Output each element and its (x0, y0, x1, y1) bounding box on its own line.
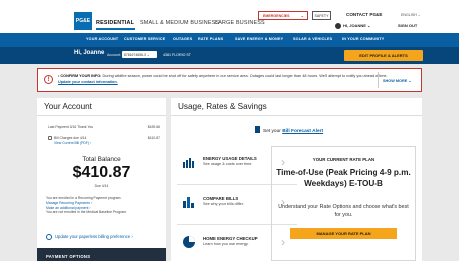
last-payment-value: $439.66 (147, 125, 160, 129)
total-balance-amount: $410.87 (72, 164, 131, 181)
user-greeting: HI, JOANNE ⌄ (343, 23, 371, 29)
nav-solar-vehicles[interactable]: SOLAR & VEHICLES (293, 37, 332, 41)
manage-rate-plan-button[interactable]: MANAGE YOUR RATE PLAN (290, 228, 397, 239)
payment-options-header[interactable]: PAYMENT OPTIONS (37, 248, 166, 261)
segment-active-indicator (96, 28, 135, 30)
account-bar: Hi, Joanne Account: 8781674656-3 ⌄ 4381 … (0, 47, 459, 64)
pie-chart-icon (183, 236, 195, 248)
chevron-down-icon: ⌄ (300, 13, 304, 18)
current-rate-plan-card: YOUR CURRENT RATE PLAN Time-of-Use (Peak… (271, 146, 416, 261)
bar-chart-icon (183, 158, 194, 168)
segment-small-medium-business[interactable]: SMALL & MEDIUM BUSINESS (140, 20, 219, 26)
service-address: 4381 FLORIO ST (163, 53, 191, 57)
edit-profile-button[interactable]: EDIT PROFILE & ALERTS (344, 50, 423, 61)
top-bar: PG&E RESIDENTIAL SMALL & MEDIUM BUSINESS… (0, 0, 459, 33)
last-payment-row: Last Payment 3/16 Thank You $439.66 (48, 125, 160, 129)
compare-bars-icon (183, 197, 194, 208)
rate-plan-heading: YOUR CURRENT RATE PLAN (312, 157, 375, 162)
alert-divider (378, 72, 379, 88)
bill-charges-value: $410.87 (147, 136, 160, 140)
emergencies-label: EMERGENCIES (263, 13, 290, 18)
alert-heading: CONFIRM YOUR INFO: (60, 74, 102, 78)
payment-program-info: You are enrolled in a Recurring Payment … (46, 196, 161, 215)
rate-plan-description: Understand your Rate Options and choose … (278, 204, 409, 218)
update-contact-link[interactable]: Update your contact information. (58, 80, 118, 84)
safety-button[interactable]: SAFETY (312, 11, 331, 20)
bill-forecast-link[interactable]: Bill Forecast Alert (282, 129, 323, 134)
feature-title: ENERGY USAGE DETAILS (203, 156, 257, 161)
divider (37, 115, 166, 116)
feature-title: COMPARE BILLS (203, 196, 239, 201)
last-payment-label: Last Payment 3/16 Thank You (48, 125, 94, 129)
feature-title: HOME ENERGY CHECKUP (203, 236, 258, 241)
nav-customer-service[interactable]: CUSTOMER SERVICE (124, 37, 165, 41)
language-select[interactable]: ENGLISH ⌄ (401, 13, 421, 17)
feature-subtitle: Learn how you use energy. (203, 242, 249, 246)
user-menu[interactable]: HI, JOANNE ⌄ (335, 23, 370, 29)
main-nav: YOUR ACCOUNT CUSTOMER SERVICE OUTAGES RA… (0, 33, 459, 47)
usage-title: Usage, Rates & Savings (178, 102, 267, 111)
alert-icon: ! (44, 75, 53, 84)
alert-text: • CONFIRM YOUR INFO: During wildfire sea… (58, 74, 388, 85)
nav-save-energy[interactable]: SAVE ENERGY & MONEY (235, 37, 283, 41)
view-bill-link[interactable]: View Current Bill (PDF) › (48, 141, 160, 145)
account-greeting: Hi, Joanne (74, 50, 105, 56)
alert-body: During wildfire season, power could be s… (102, 74, 388, 78)
total-balance-label: Total Balance (82, 156, 121, 163)
feature-subtitle: See usage & costs over time. (203, 162, 253, 166)
wildfire-alert-banner: ! • CONFIRM YOUR INFO: During wildfire s… (37, 68, 422, 92)
paperless-label: Update your paperless billing preference… (55, 234, 133, 240)
bill-charges-row: Bill Charges due 4/14 $410.87 View Curre… (48, 136, 160, 145)
paperless-billing-link[interactable]: Update your paperless billing preference… (46, 234, 133, 240)
leaf-icon (46, 234, 52, 240)
bill-forecast-row: Set your Bill Forecast Alert (255, 126, 323, 134)
pge-logo[interactable]: PG&E (74, 12, 92, 30)
divider (171, 115, 422, 116)
due-date: Due 4/14 (94, 184, 109, 188)
contact-link[interactable]: CONTACT PG&E (346, 12, 382, 17)
segment-large-business[interactable]: LARGE BUSINESS (215, 20, 265, 26)
user-icon (335, 23, 341, 29)
account-label: Account: (107, 53, 121, 57)
emergencies-dropdown[interactable]: EMERGENCIES ⌄ (258, 11, 308, 20)
phone-icon (255, 126, 260, 133)
usage-rates-panel: Usage, Rates & Savings Set your Bill For… (171, 98, 422, 261)
nav-in-your-community[interactable]: IN YOUR COMMUNITY (342, 37, 384, 41)
medical-baseline-text: You are not enrolled in the Medical Base… (46, 210, 127, 215)
account-number-select[interactable]: 8781674656-3 ⌄ (122, 51, 157, 58)
sign-out-link[interactable]: SIGN OUT (398, 23, 417, 28)
show-more-button[interactable]: SHOW MORE ⌄ (383, 78, 412, 83)
feature-subtitle: See why your bills differ. (203, 202, 244, 206)
forecast-prefix: Set your (263, 129, 281, 134)
rate-plan-name: Time-of-Use (Peak Pricing 4-9 p.m. Weekd… (276, 168, 411, 188)
bill-charges-label: Bill Charges due 4/14 (54, 136, 87, 140)
nav-your-account[interactable]: YOUR ACCOUNT (86, 37, 118, 41)
bill-icon (48, 136, 52, 140)
nav-outages[interactable]: OUTAGES (173, 37, 192, 41)
segment-residential[interactable]: RESIDENTIAL (96, 20, 134, 26)
your-account-title: Your Account (44, 102, 92, 111)
nav-rate-plans[interactable]: RATE PLANS (198, 37, 223, 41)
your-account-panel: Your Account Last Payment 3/16 Thank You… (37, 98, 166, 261)
